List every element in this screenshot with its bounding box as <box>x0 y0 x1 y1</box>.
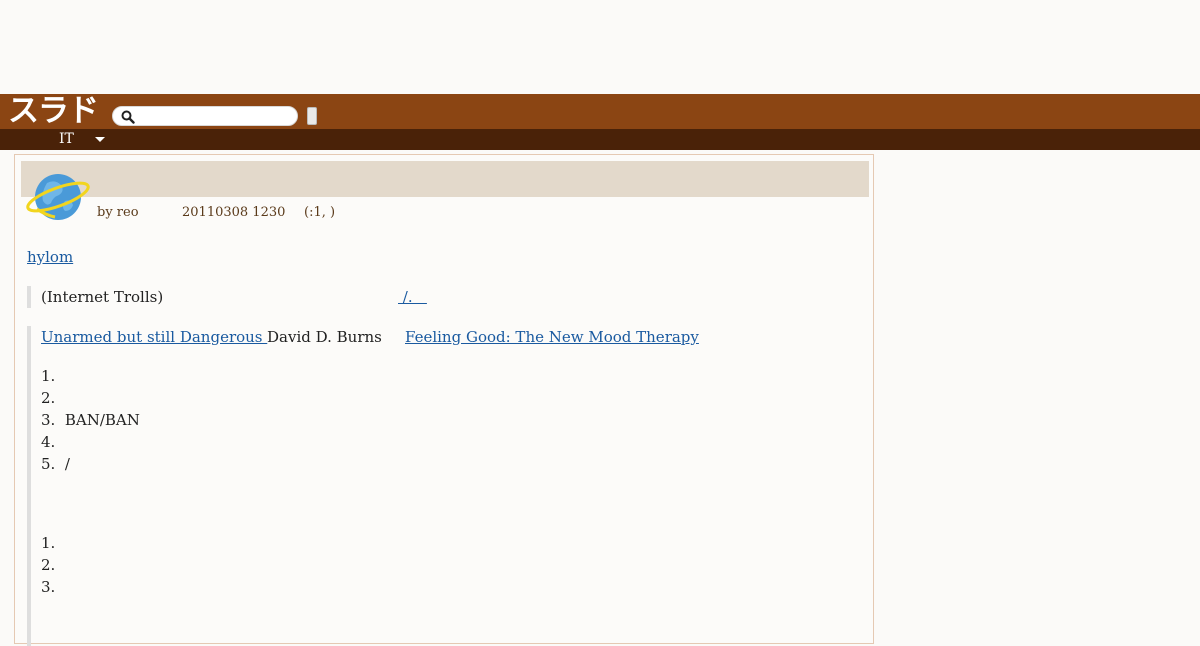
search-box[interactable] <box>112 106 298 126</box>
quote-text: (Internet Trolls) <box>41 288 164 306</box>
list-item: 3. BAN/BAN <box>41 411 140 429</box>
search-icon <box>121 110 135 124</box>
book-link[interactable]: Unarmed but still Dangerous <box>41 328 267 346</box>
book-author: David D. Burns <box>267 328 382 346</box>
site-header: スラド <box>0 94 1200 129</box>
book-link[interactable]: Feeling Good: The New Mood Therapy <box>405 328 699 346</box>
list-item: 2. <box>41 389 56 407</box>
search-button[interactable] <box>307 107 317 125</box>
quote-link[interactable]: /. <box>398 288 427 306</box>
list-item: 3. <box>41 578 56 596</box>
article-date: 20110308 1230 <box>182 205 286 220</box>
list-item: 1. <box>41 367 56 385</box>
list-item: 1. <box>41 534 56 552</box>
article-title-bar <box>21 161 869 197</box>
search-input[interactable] <box>139 108 289 124</box>
section-label-it[interactable]: IT <box>59 130 74 149</box>
article: by reo 20110308 1230 (:1, ) hylom (Inter… <box>14 154 874 646</box>
globe-planet-icon <box>26 174 90 220</box>
blockquote: Unarmed but still Dangerous David D. Bur… <box>27 326 857 646</box>
list-item: 4. <box>41 433 56 451</box>
blockquote: (Internet Trolls) /. <box>27 286 467 308</box>
tag-link[interactable]: hylom <box>27 248 73 266</box>
caret-down-icon[interactable] <box>95 137 105 142</box>
article-author: by reo <box>97 205 139 220</box>
site-logo[interactable]: スラド <box>8 96 99 127</box>
section-nav: IT <box>0 129 1200 150</box>
list-item: 2. <box>41 556 56 574</box>
comment-count[interactable]: (:1, ) <box>304 206 335 220</box>
list-item: 5. / <box>41 455 70 473</box>
